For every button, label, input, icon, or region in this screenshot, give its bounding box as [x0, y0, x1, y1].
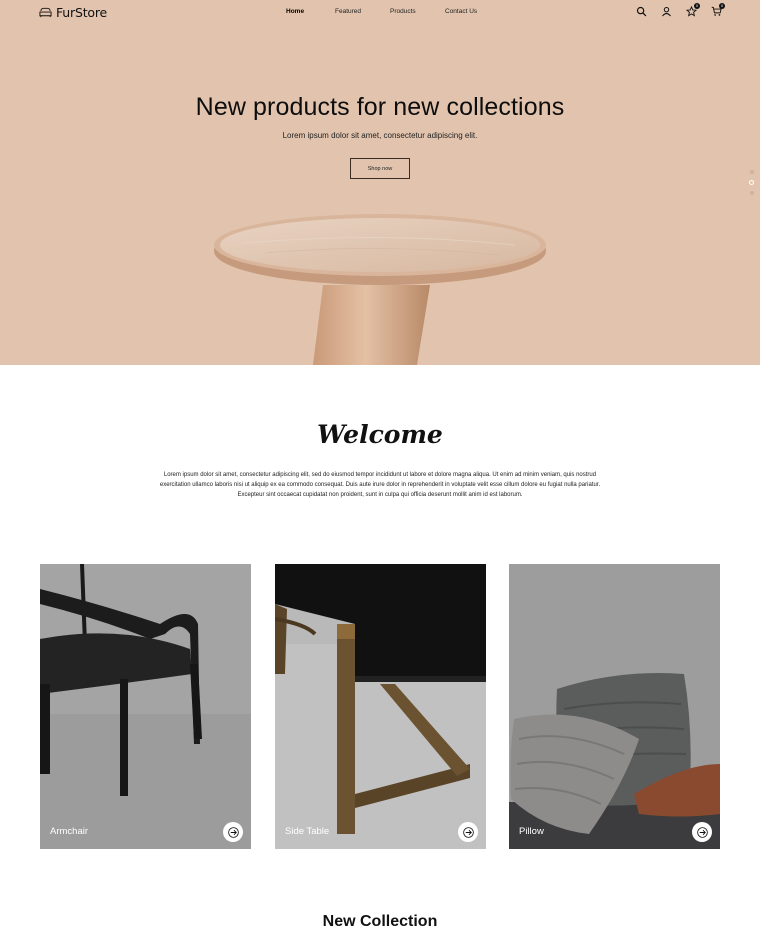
slide-dot[interactable]: [749, 191, 754, 195]
slide-dot[interactable]: [749, 170, 754, 174]
arrow-right-icon[interactable]: [223, 822, 243, 842]
header-icons: 0 0: [636, 3, 725, 17]
slide-dot-active[interactable]: [749, 180, 754, 185]
new-collection-title: New Collection: [322, 913, 438, 930]
search-icon[interactable]: [636, 6, 647, 17]
hero-banner: New products for new collections Lorem i…: [0, 0, 760, 365]
cart-icon[interactable]: 0: [711, 3, 725, 17]
star-icon[interactable]: 0: [686, 3, 700, 17]
side-table-image: [275, 564, 486, 849]
hero-title: New products for new collections: [195, 93, 565, 121]
cart-badge: 0: [719, 3, 725, 9]
hero-table-image: [214, 214, 546, 365]
category-card-armchair[interactable]: Armchair: [40, 564, 251, 849]
card-label: Side Table: [285, 826, 330, 837]
category-card-pillow[interactable]: Pillow: [509, 564, 720, 849]
nav-featured[interactable]: Featured: [335, 8, 361, 15]
card-label: Armchair: [50, 826, 89, 837]
favorites-badge: 0: [694, 3, 700, 9]
welcome-title: Welcome: [317, 420, 443, 449]
nav-products[interactable]: Products: [390, 8, 416, 15]
nav-home[interactable]: Home: [286, 8, 304, 15]
shop-now-button[interactable]: Shop now: [350, 158, 410, 179]
welcome-text: Lorem ipsum dolor sit amet, consectetur …: [159, 472, 601, 498]
arrow-right-icon[interactable]: [458, 822, 478, 842]
slider-dots: [749, 170, 754, 195]
pillow-image: [509, 564, 720, 849]
nav-contact-us[interactable]: Contact Us: [445, 8, 477, 15]
category-card-side-table[interactable]: Side Table: [275, 564, 486, 849]
hero-subtitle: Lorem ipsum dolor sit amet, consectetur …: [282, 131, 478, 140]
card-label: Pillow: [519, 826, 544, 837]
arrow-right-icon[interactable]: [692, 822, 712, 842]
user-icon[interactable]: [661, 6, 672, 17]
armchair-image: [40, 564, 251, 849]
site-header: FurStore Home Featured Products Contact …: [0, 0, 760, 25]
